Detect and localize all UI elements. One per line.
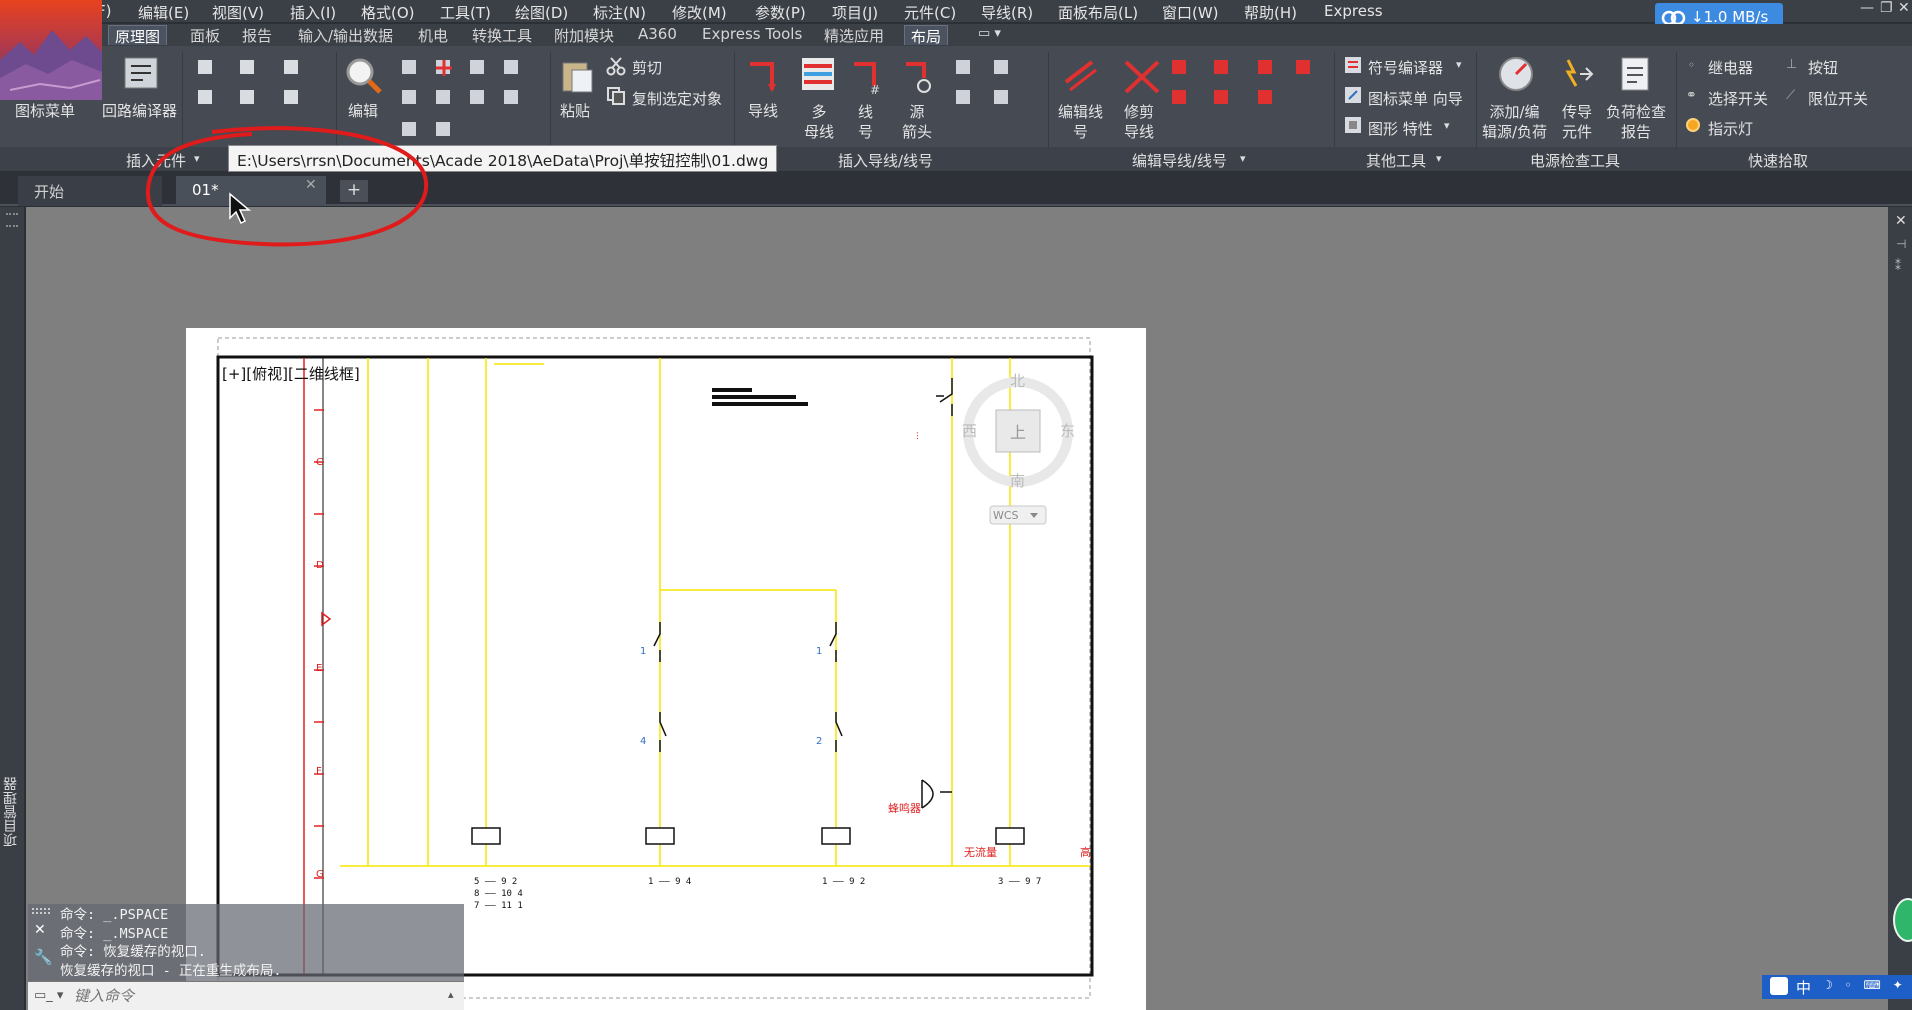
contact-summary: 5 —— 9 2: [474, 877, 517, 887]
pin-icon[interactable]: ⊣: [1896, 237, 1906, 251]
mouse-cursor-icon: [229, 192, 252, 225]
contact-label: 2: [816, 736, 822, 747]
command-line: 命令: 恢复缓存的视口.: [60, 944, 206, 960]
viewport-controls[interactable]: [+][俯视][二维线框]: [222, 363, 360, 384]
no-flow-label: 无流量: [964, 845, 997, 859]
contact-label: 1: [640, 646, 646, 657]
command-prompt-icon[interactable]: ▭_ ▾: [34, 988, 63, 1003]
row-letter-g: G: [316, 869, 324, 880]
ime-tools-icons[interactable]: ☽ ◦ ⌨ ✦: [1822, 978, 1907, 992]
ime-logo-icon: [1770, 977, 1788, 995]
row-letter-d: D: [316, 560, 324, 571]
high-label: 高: [1080, 845, 1091, 859]
row-letter-f: F: [316, 766, 322, 777]
svg-text:...: ...: [911, 431, 921, 440]
ime-language[interactable]: 中: [1796, 977, 1811, 998]
wcs-menu[interactable]: WCS: [993, 509, 1019, 522]
row-letter-e: E: [316, 663, 322, 674]
command-line: 恢复缓存的视口 - 正在重生成布局.: [60, 962, 282, 979]
contact-summary: 7 —— 11 1: [474, 901, 523, 911]
viewcube-west[interactable]: 西: [962, 422, 977, 440]
viewcube-top[interactable]: 上: [1010, 423, 1026, 442]
command-input[interactable]: [74, 985, 404, 1007]
command-grip-icon[interactable]: [32, 908, 50, 914]
contact-summary: 1 —— 9 4: [648, 877, 691, 887]
command-input-row: ▭_ ▾ ▴: [28, 981, 464, 1010]
viewcube-south[interactable]: 南: [1010, 472, 1025, 490]
ime-toolbar[interactable]: 中 ☽ ◦ ⌨ ✦: [1762, 975, 1912, 999]
command-history: 命令: _.PSPACE 命令: _.MSPACE 命令: 恢复缓存的视口. 恢复缓存…: [60, 906, 282, 980]
settings-icon[interactable]: ⁑: [1895, 259, 1901, 273]
contact-summary: 3 —— 9 7: [998, 877, 1041, 887]
contact-label: 1: [816, 646, 822, 657]
command-settings-icon[interactable]: 🔧: [34, 948, 53, 966]
command-close-icon[interactable]: ✕: [34, 922, 46, 938]
command-recent-icon[interactable]: ▴: [448, 988, 454, 1001]
file-path-tooltip: E:\Users\rrsn\Documents\Acade 2018\AeDat…: [228, 145, 778, 172]
command-line: 命令: _.MSPACE: [60, 925, 169, 942]
contact-summary: 8 —— 10 4: [474, 889, 523, 899]
buzzer-label: 蜂鸣器: [888, 801, 921, 815]
right-palette-rail: ✕ ⊣ ⁑: [1888, 207, 1912, 1010]
viewcube-north[interactable]: 北: [1010, 372, 1025, 390]
app-logo[interactable]: [0, 0, 102, 100]
contact-label: 4: [640, 736, 646, 747]
command-line: 命令: _.PSPACE: [60, 907, 169, 923]
viewcube[interactable]: 上 北 南 西 东 WCS: [962, 372, 1075, 525]
row-letter-c: C: [316, 457, 323, 468]
contact-summary: 1 —— 9 2: [822, 877, 865, 887]
close-palette-icon[interactable]: ✕: [1895, 213, 1907, 229]
viewcube-east[interactable]: 东: [1060, 422, 1075, 440]
